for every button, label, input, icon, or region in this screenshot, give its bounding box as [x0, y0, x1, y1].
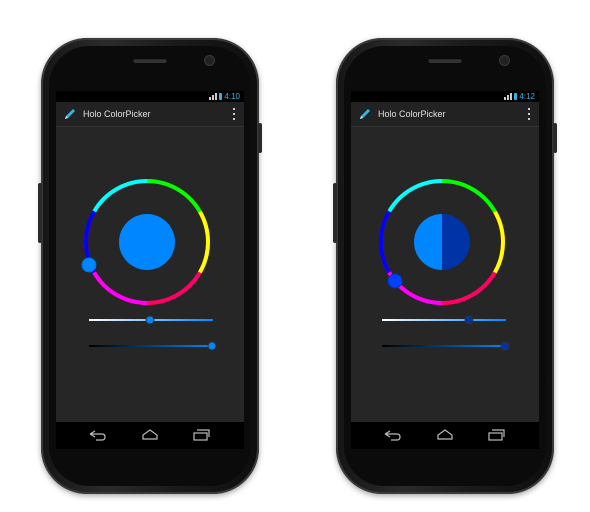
color-picker — [81, 178, 217, 351]
front-camera — [205, 56, 214, 65]
color-picker-content — [351, 127, 539, 403]
pen-icon[interactable] — [63, 107, 77, 121]
battery-icon — [219, 93, 223, 100]
back-icon[interactable] — [86, 427, 108, 443]
hue-handle[interactable] — [81, 257, 97, 273]
recent-apps-icon[interactable] — [485, 427, 507, 443]
volume-button — [333, 183, 337, 243]
home-icon[interactable] — [434, 427, 456, 443]
earpiece-speaker — [133, 58, 167, 63]
value-bar[interactable] — [89, 345, 213, 347]
signal-icon — [209, 93, 218, 100]
overflow-menu-icon[interactable] — [528, 108, 531, 120]
status-time: 4:10 — [224, 92, 240, 101]
power-button — [258, 123, 262, 153]
app-title: Holo ColorPicker — [378, 109, 446, 119]
action-bar: Holo ColorPicker — [351, 102, 539, 127]
signal-icon — [504, 93, 513, 100]
navigation-bar — [56, 422, 244, 449]
value-bar[interactable] — [382, 345, 506, 347]
value-handle[interactable] — [207, 341, 217, 351]
saturation-handle[interactable] — [464, 315, 474, 325]
phone-left: 4:10 Holo ColorPicker — [38, 38, 262, 494]
hue-handle[interactable] — [387, 273, 403, 289]
phone-right: 4:12 Holo ColorPicker — [333, 38, 557, 494]
overflow-menu-icon[interactable] — [233, 108, 236, 120]
value-handle[interactable] — [500, 341, 510, 351]
screen: 4:12 Holo ColorPicker — [351, 91, 539, 449]
home-icon[interactable] — [139, 427, 161, 443]
center-color-preview[interactable] — [119, 214, 175, 270]
back-icon[interactable] — [381, 427, 403, 443]
battery-icon — [514, 93, 518, 100]
screen: 4:10 Holo ColorPicker — [56, 91, 244, 449]
saturation-handle[interactable] — [145, 315, 155, 325]
front-camera — [500, 56, 509, 65]
status-bar: 4:10 — [56, 91, 244, 102]
saturation-bar[interactable] — [382, 319, 506, 321]
app-title: Holo ColorPicker — [83, 109, 151, 119]
navigation-bar — [351, 422, 539, 449]
status-time: 4:12 — [519, 92, 535, 101]
recent-apps-icon[interactable] — [190, 427, 212, 443]
earpiece-speaker — [428, 58, 462, 63]
pen-icon[interactable] — [358, 107, 372, 121]
color-picker — [378, 178, 510, 351]
volume-button — [38, 183, 42, 243]
color-picker-content — [56, 127, 244, 403]
power-button — [553, 123, 557, 153]
action-bar: Holo ColorPicker — [56, 102, 244, 127]
status-bar: 4:12 — [351, 91, 539, 102]
